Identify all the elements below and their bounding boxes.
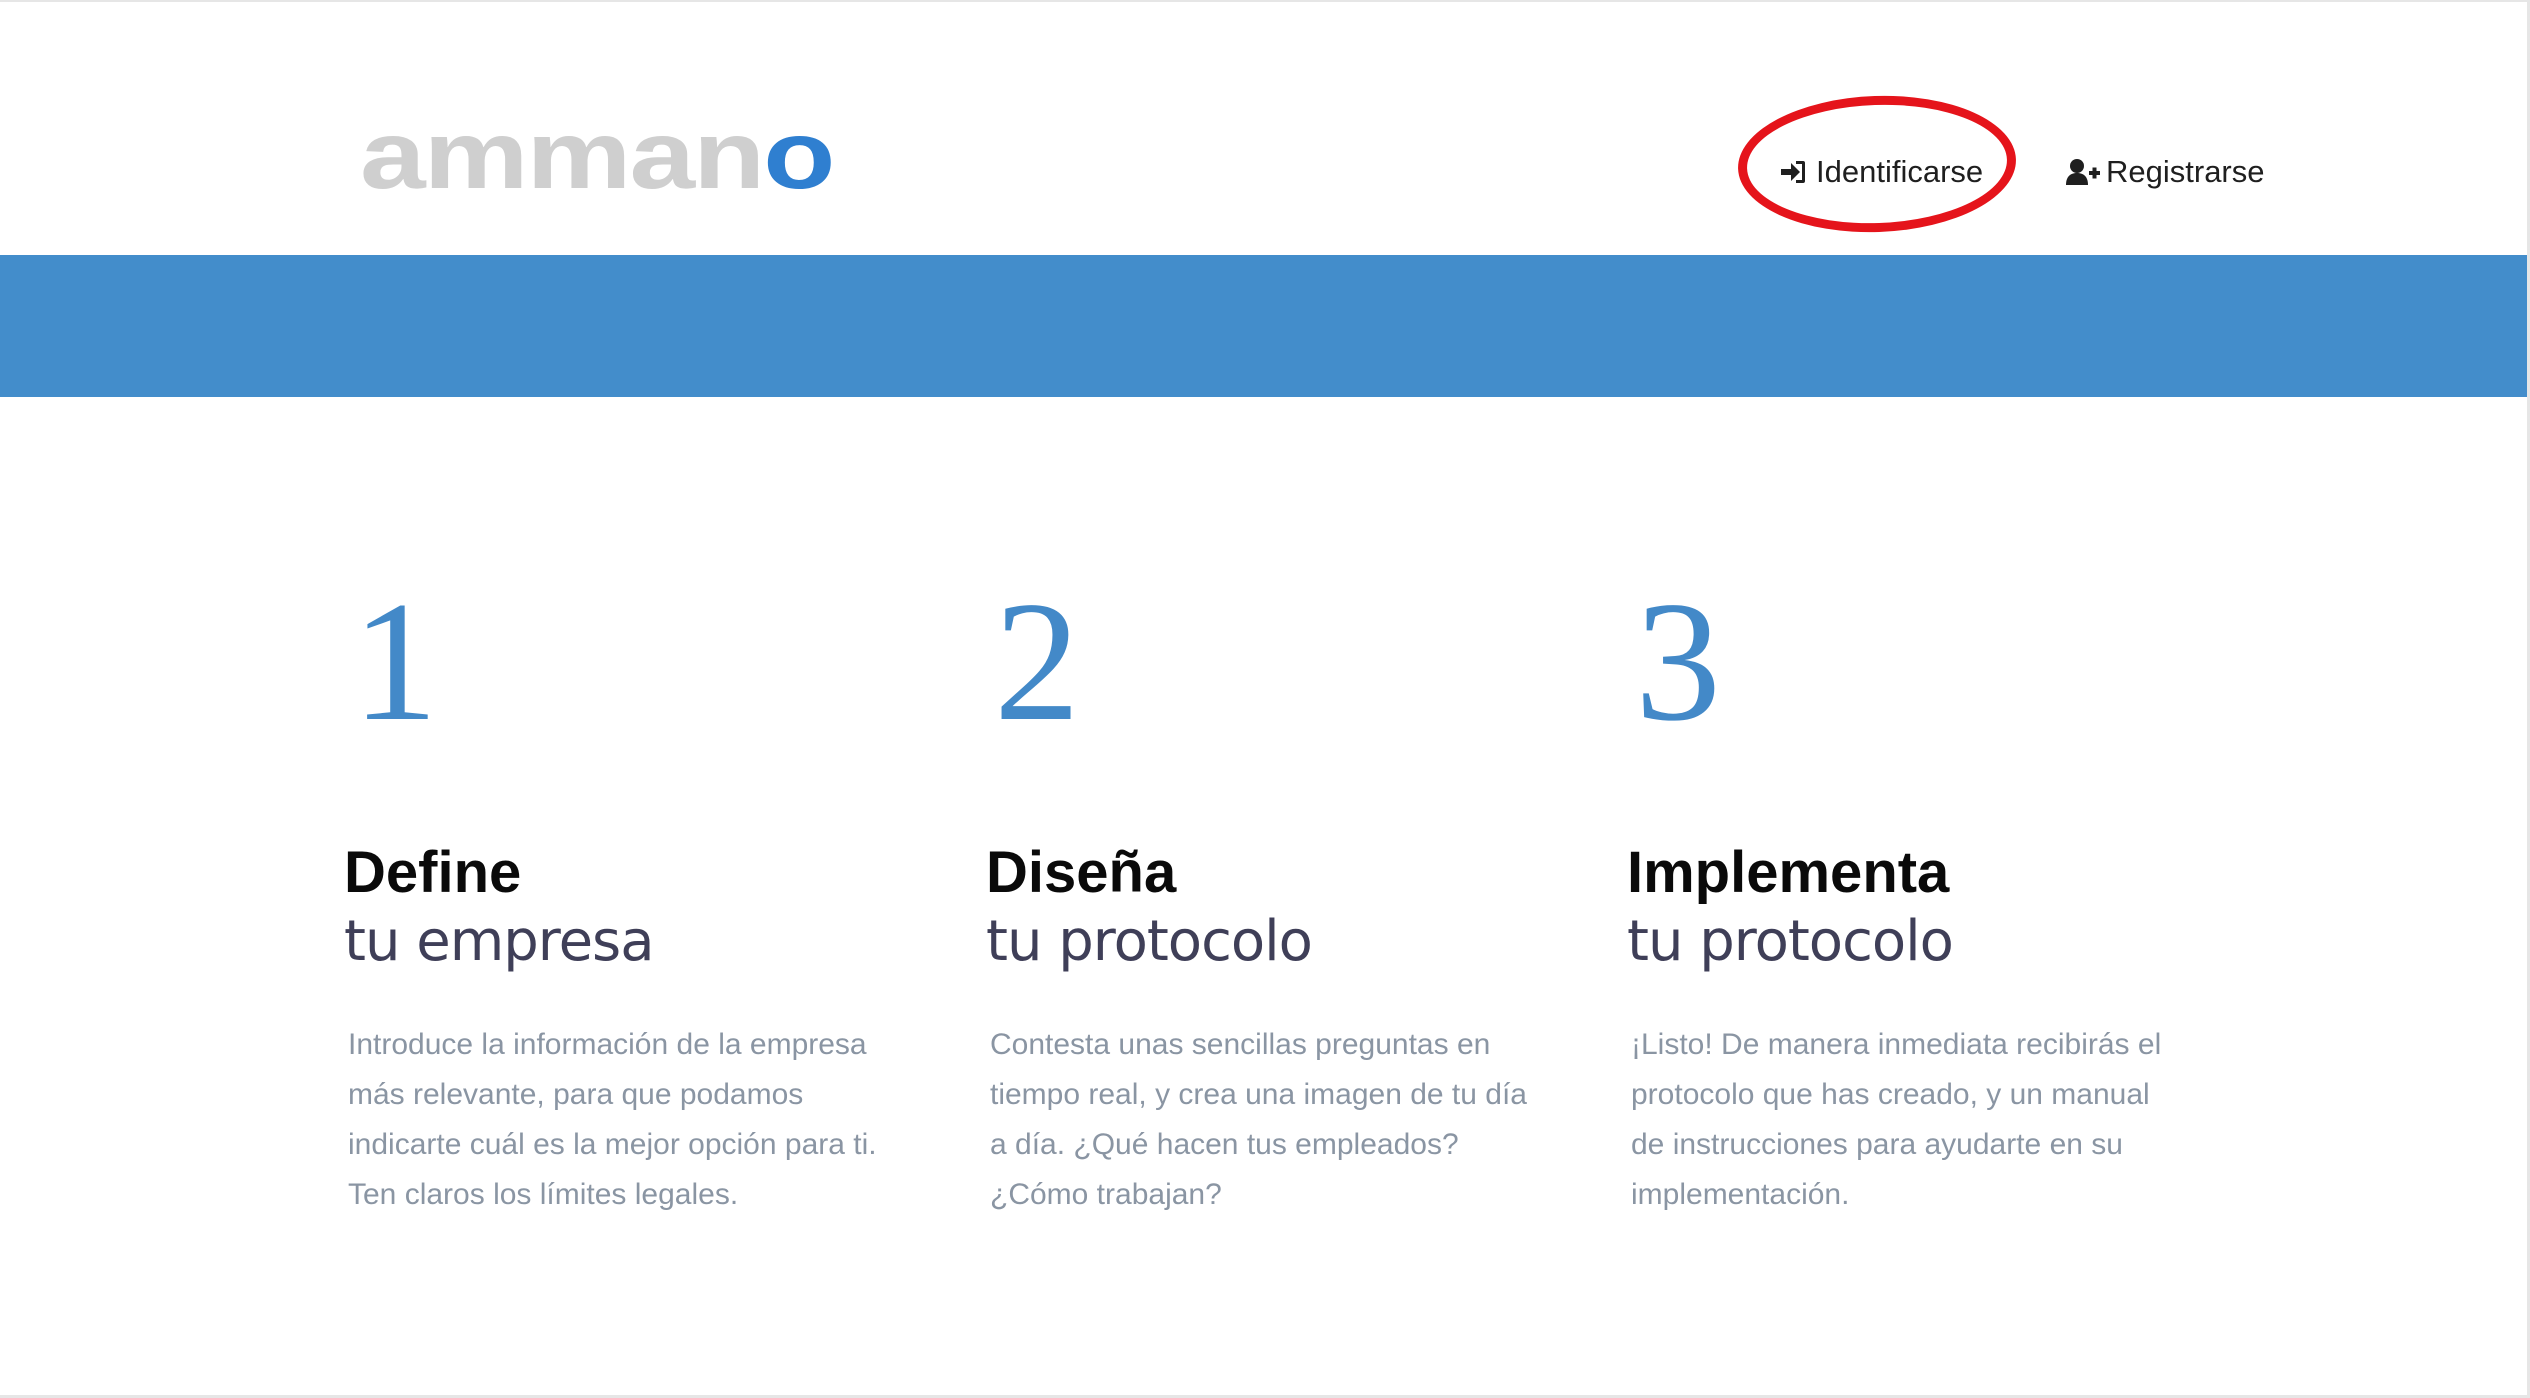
step-3: 3 Implementa tu protocolo ¡Listo! De man… <box>1627 572 2207 1220</box>
step-title: Define <box>344 840 522 905</box>
step-description: Introduce la información de la empresa m… <box>348 1028 877 1211</box>
step-description: ¡Listo! De manera inmediata recibirás el… <box>1631 1028 2162 1211</box>
login-link[interactable]: Identificarse <box>1776 142 1983 202</box>
header: ammano Identificarse Registrarse <box>0 2 2527 255</box>
step-description: Contesta unas sencillas preguntas en tie… <box>990 1028 1527 1211</box>
logo-text: ammano <box>360 107 835 204</box>
hero-band <box>0 255 2527 397</box>
step-title: Diseña <box>986 840 1177 905</box>
step-number: 1 <box>352 567 438 757</box>
logo[interactable]: ammano <box>360 102 835 204</box>
step-subtitle: tu protocolo <box>1627 909 1954 974</box>
login-label: Identificarse <box>1816 154 1984 189</box>
step-subtitle: tu empresa <box>344 909 655 974</box>
step-title: Implementa <box>1627 840 1950 905</box>
step-2: 2 Diseña tu protocolo Contesta unas senc… <box>986 572 1566 1220</box>
sign-in-icon <box>1776 157 1810 187</box>
register-link[interactable]: Registrarse <box>2066 142 2265 202</box>
page: ammano Identificarse Registrarse 1 Defin… <box>0 0 2530 1398</box>
step-1: 1 Define tu empresa Introduce la informa… <box>344 572 924 1220</box>
logo-text-accent: o <box>763 100 835 210</box>
user-plus-icon <box>2066 157 2100 187</box>
logo-text-main: amman <box>360 100 765 210</box>
register-label: Registrarse <box>2106 154 2265 189</box>
step-subtitle: tu protocolo <box>986 909 1313 974</box>
step-number: 3 <box>1635 567 1721 757</box>
step-number: 2 <box>994 567 1080 757</box>
